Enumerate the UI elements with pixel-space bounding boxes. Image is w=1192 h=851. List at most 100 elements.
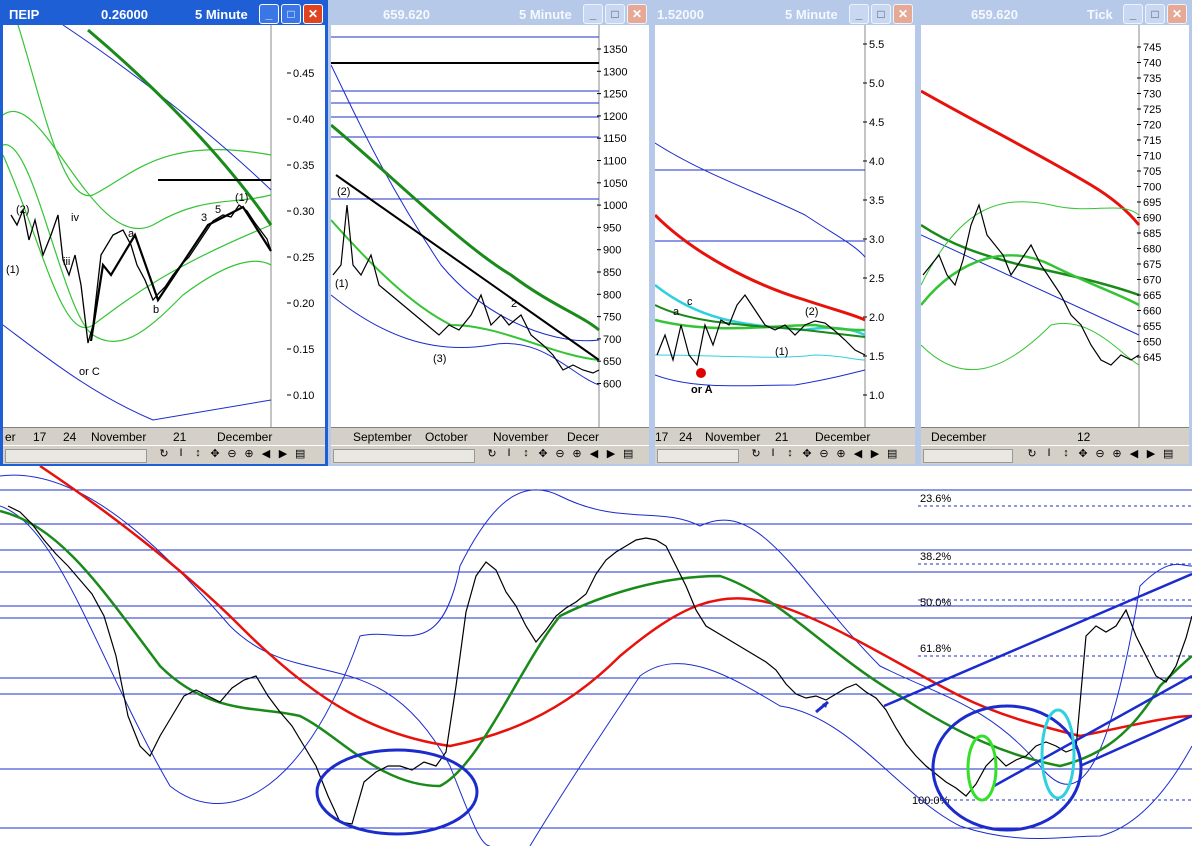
zoom-out-icon[interactable]: ⊖ [555, 447, 565, 460]
y-tick-label: 800 [603, 289, 621, 301]
wave-label: a [128, 228, 135, 240]
refresh-icon[interactable]: ↻ [159, 447, 169, 460]
horizontal-scrollbar[interactable] [5, 449, 147, 463]
fib-label: 61.8% [920, 643, 951, 655]
close-button[interactable]: ✕ [893, 4, 913, 24]
cursor-icon[interactable]: I [768, 447, 778, 460]
scroll-left-icon[interactable]: ◀ [261, 447, 271, 460]
chart-window-3[interactable]: 1.52000 5 Minute _ □ ✕ or A a c (2) (1) … [652, 0, 918, 466]
fib-label: 23.6% [920, 493, 951, 505]
refresh-icon[interactable]: ↻ [1027, 447, 1037, 460]
chart-toolbar: ↻ I ↕ ✥ ⊖ ⊕ ◀ ▶ ▤ [331, 445, 649, 464]
y-tick-label: 900 [603, 245, 621, 257]
main-chart-svg: 23.6% 38.2% 50.0% 61.8% 100.0% [0, 464, 1192, 847]
y-tick-label: 2.0 [869, 312, 884, 324]
y-tick-label: 0.30 [293, 206, 314, 218]
scroll-left-icon[interactable]: ◀ [589, 447, 599, 460]
options-icon[interactable]: ▤ [887, 447, 897, 460]
horizontal-scrollbar[interactable] [657, 449, 739, 463]
move-icon[interactable]: ✥ [538, 447, 548, 460]
minimize-button[interactable]: _ [259, 4, 279, 24]
chart-window-2[interactable]: 659.620 5 Minute _ □ ✕ (2) (1) 2 (3) 135… [328, 0, 652, 466]
price-plot[interactable]: (2) (1) 2 (3) 1350 1300 1250 1200 1150 1100 10… [330, 25, 649, 427]
minimize-button[interactable]: _ [849, 4, 869, 24]
title-bar[interactable]: 1.52000 5 Minute _ □ ✕ [655, 3, 915, 25]
vertical-resize-icon[interactable]: ↕ [785, 447, 795, 460]
move-icon[interactable]: ✥ [802, 447, 812, 460]
horizontal-scrollbar[interactable] [923, 449, 1013, 463]
maximize-button[interactable]: □ [605, 4, 625, 24]
maximize-button[interactable]: □ [281, 4, 301, 24]
zoom-in-icon[interactable]: ⊕ [572, 447, 582, 460]
date-label: Decer [567, 430, 600, 444]
date-label: December [931, 430, 987, 444]
title-bar[interactable]: ΠΕΙΡ 0.26000 5 Minute _ □ ✕ [3, 3, 325, 25]
date-axis: December 12 [921, 427, 1189, 446]
zoom-out-icon[interactable]: ⊖ [819, 447, 829, 460]
minimize-button[interactable]: _ [1123, 4, 1143, 24]
wave-label: (2) [805, 306, 818, 318]
wave-label: (1) [335, 278, 348, 290]
price-plot[interactable]: or A a c (2) (1) 5.5 5.0 4.5 4.0 3.5 3.0 2.5 2.… [653, 25, 915, 427]
y-tick-label: 1050 [603, 178, 627, 190]
date-label: er [5, 430, 16, 444]
chart-svg: (2) (1) 2 (3) 1350 1300 1250 1200 1150 1100 10… [330, 25, 627, 427]
y-tick-label: 3.5 [869, 195, 884, 207]
title-bar[interactable]: 659.620 Tick _ □ ✕ [921, 3, 1189, 25]
y-tick-label: 745 [1143, 42, 1161, 54]
price-plot[interactable]: 745 740 735 730 725 720 715 710 705 700 695 690 685 6… [920, 25, 1189, 427]
refresh-icon[interactable]: ↻ [487, 447, 497, 460]
y-tick-label: 950 [603, 222, 621, 234]
wave-label: c [687, 296, 693, 308]
horizontal-scrollbar[interactable] [333, 449, 475, 463]
move-icon[interactable]: ✥ [1078, 447, 1088, 460]
y-tick-label: 600 [603, 379, 621, 391]
scroll-right-icon[interactable]: ▶ [870, 447, 880, 460]
window-interval: Tick [1087, 7, 1113, 22]
cursor-icon[interactable]: I [504, 447, 514, 460]
vertical-resize-icon[interactable]: ↕ [193, 447, 203, 460]
chart-window-1[interactable]: ΠΕΙΡ 0.26000 5 Minute _ □ ✕ (2) (1) iii … [0, 0, 328, 466]
zoom-in-icon[interactable]: ⊕ [1112, 447, 1122, 460]
move-icon[interactable]: ✥ [210, 447, 220, 460]
y-tick-label: 720 [1143, 120, 1161, 132]
scroll-left-icon[interactable]: ◀ [853, 447, 863, 460]
refresh-icon[interactable]: ↻ [751, 447, 761, 460]
options-icon[interactable]: ▤ [1163, 447, 1173, 460]
zoom-in-icon[interactable]: ⊕ [836, 447, 846, 460]
maximize-button[interactable]: □ [871, 4, 891, 24]
cursor-icon[interactable]: I [176, 447, 186, 460]
close-button[interactable]: ✕ [1167, 4, 1187, 24]
y-tick-label: 665 [1143, 290, 1161, 302]
date-label: 24 [63, 430, 77, 444]
options-icon[interactable]: ▤ [295, 447, 305, 460]
date-label: 17 [655, 430, 669, 444]
zoom-in-icon[interactable]: ⊕ [244, 447, 254, 460]
y-tick-label: 2.5 [869, 273, 884, 285]
y-tick-label: 4.0 [869, 156, 884, 168]
close-button[interactable]: ✕ [303, 4, 323, 24]
zoom-out-icon[interactable]: ⊖ [227, 447, 237, 460]
date-axis: 17 24 November 21 December [655, 427, 915, 446]
y-tick-label: 1.0 [869, 390, 884, 402]
scroll-right-icon[interactable]: ▶ [278, 447, 288, 460]
minimize-button[interactable]: _ [583, 4, 603, 24]
date-label: December [815, 430, 871, 444]
vertical-resize-icon[interactable]: ↕ [1061, 447, 1071, 460]
options-icon[interactable]: ▤ [623, 447, 633, 460]
chart-window-4[interactable]: 659.620 Tick _ □ ✕ 745 740 735 730 725 720 715… [918, 0, 1192, 466]
scroll-left-icon[interactable]: ◀ [1129, 447, 1139, 460]
cursor-icon[interactable]: I [1044, 447, 1054, 460]
title-bar[interactable]: 659.620 5 Minute _ □ ✕ [331, 3, 649, 25]
date-label: December [217, 430, 273, 444]
scroll-right-icon[interactable]: ▶ [606, 447, 616, 460]
main-chart[interactable]: 23.6% 38.2% 50.0% 61.8% 100.0% [0, 464, 1192, 847]
scroll-right-icon[interactable]: ▶ [1146, 447, 1156, 460]
vertical-resize-icon[interactable]: ↕ [521, 447, 531, 460]
maximize-button[interactable]: □ [1145, 4, 1165, 24]
y-tick-label: 0.15 [293, 344, 314, 356]
wave-label: (2) [16, 204, 29, 216]
zoom-out-icon[interactable]: ⊖ [1095, 447, 1105, 460]
price-plot[interactable]: (2) (1) iii iv (1) a b 3 5 or C 0.45 0.40… [2, 24, 325, 427]
close-button[interactable]: ✕ [627, 4, 647, 24]
